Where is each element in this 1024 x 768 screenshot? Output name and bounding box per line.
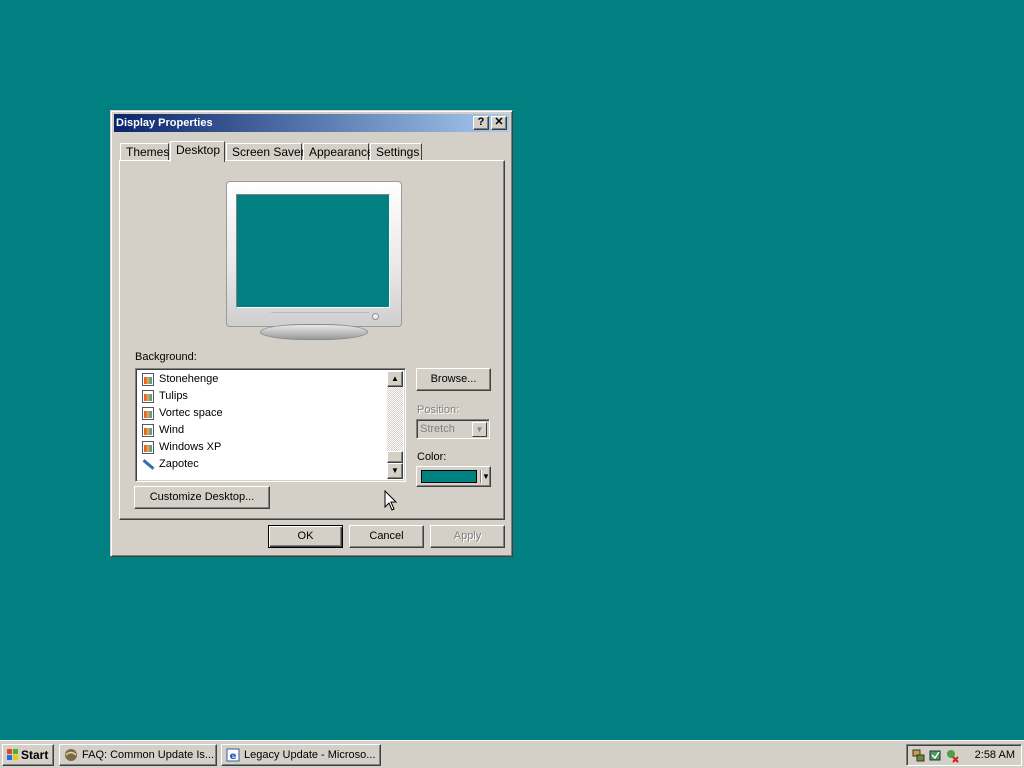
taskbar-item-label: FAQ: Common Update Is...: [82, 749, 215, 761]
list-item[interactable]: Zapotec: [138, 456, 388, 473]
position-label: Position:: [417, 404, 460, 416]
monitor-power-icon: [372, 313, 379, 320]
image-file-icon: [142, 407, 154, 420]
close-button[interactable]: ✕: [491, 116, 507, 130]
clock[interactable]: 2:58 AM: [975, 745, 1015, 765]
tab-appearance[interactable]: Appearance: [303, 143, 374, 161]
window-title: Display Properties: [116, 117, 213, 129]
monitor-bezel: [226, 181, 402, 327]
display-properties-window: Display Properties ? ✕ Themes Desktop Sc…: [110, 110, 513, 557]
ie-icon: e: [226, 748, 240, 762]
list-item[interactable]: Stonehenge: [138, 371, 388, 388]
list-scrollbar[interactable]: ▲ ▼: [387, 371, 403, 479]
color-picker-button[interactable]: ▼: [416, 466, 491, 487]
list-item[interactable]: Windows XP: [138, 439, 388, 456]
cancel-button[interactable]: Cancel: [349, 525, 424, 548]
svg-text:e: e: [230, 751, 237, 762]
pen-file-icon: [141, 458, 155, 471]
list-item[interactable]: Wind: [138, 422, 388, 439]
background-label: Background:: [135, 351, 197, 363]
monitor-screen: [236, 194, 390, 308]
tab-settings[interactable]: Settings: [370, 143, 422, 161]
title-bar[interactable]: Display Properties ? ✕: [114, 114, 509, 132]
tab-screen-saver[interactable]: Screen Saver: [226, 143, 305, 161]
windows-logo-icon: [7, 749, 18, 760]
image-file-icon: [142, 373, 154, 386]
browser-icon: [65, 749, 77, 761]
list-item[interactable]: Tulips: [138, 388, 388, 405]
scroll-thumb[interactable]: [387, 451, 403, 463]
image-file-icon: [142, 424, 154, 437]
apply-button[interactable]: Apply: [430, 525, 505, 548]
browse-button[interactable]: Browse...: [416, 368, 491, 391]
image-file-icon: [142, 390, 154, 403]
monitor-slot: [271, 312, 369, 321]
mouse-pointer-icon: [384, 490, 398, 511]
background-listbox[interactable]: Stonehenge Tulips Vortec space Wind Wind…: [135, 368, 406, 482]
list-item[interactable]: Vortec space: [138, 405, 388, 422]
scroll-down-button[interactable]: ▼: [387, 463, 403, 479]
position-select[interactable]: Stretch ▼: [416, 419, 490, 439]
background-list-items: Stonehenge Tulips Vortec space Wind Wind…: [138, 371, 388, 473]
network-icon[interactable]: [911, 748, 926, 763]
color-label: Color:: [417, 451, 447, 463]
color-swatch: [421, 470, 477, 483]
taskbar-item-label: Legacy Update - Microso...: [244, 749, 376, 761]
monitor-preview: [226, 181, 402, 327]
chevron-down-icon: ▼: [472, 422, 487, 437]
customize-desktop-button[interactable]: Customize Desktop...: [134, 486, 270, 509]
help-button[interactable]: ?: [473, 116, 489, 130]
taskbar: Start FAQ: Common Update Is... e Legacy …: [0, 740, 1024, 768]
monitor-stand: [260, 324, 368, 340]
desktop-tab-panel: Background: Stonehenge Tulips Vortec spa…: [119, 160, 505, 520]
update-icon[interactable]: [928, 748, 943, 763]
taskbar-item-faq[interactable]: FAQ: Common Update Is...: [59, 744, 217, 766]
chevron-down-icon: ▼: [482, 472, 490, 481]
position-value: Stretch: [420, 423, 455, 435]
start-button[interactable]: Start: [2, 744, 54, 766]
tab-themes[interactable]: Themes: [120, 143, 169, 161]
system-tray: 2:58 AM: [906, 744, 1022, 766]
ok-button[interactable]: OK: [268, 525, 343, 548]
tab-desktop[interactable]: Desktop: [170, 141, 225, 162]
security-icon[interactable]: [945, 748, 960, 763]
start-label: Start: [21, 748, 49, 762]
scroll-up-button[interactable]: ▲: [387, 371, 403, 387]
taskbar-item-legacy-update[interactable]: e Legacy Update - Microso...: [221, 744, 381, 766]
image-file-icon: [142, 441, 154, 454]
